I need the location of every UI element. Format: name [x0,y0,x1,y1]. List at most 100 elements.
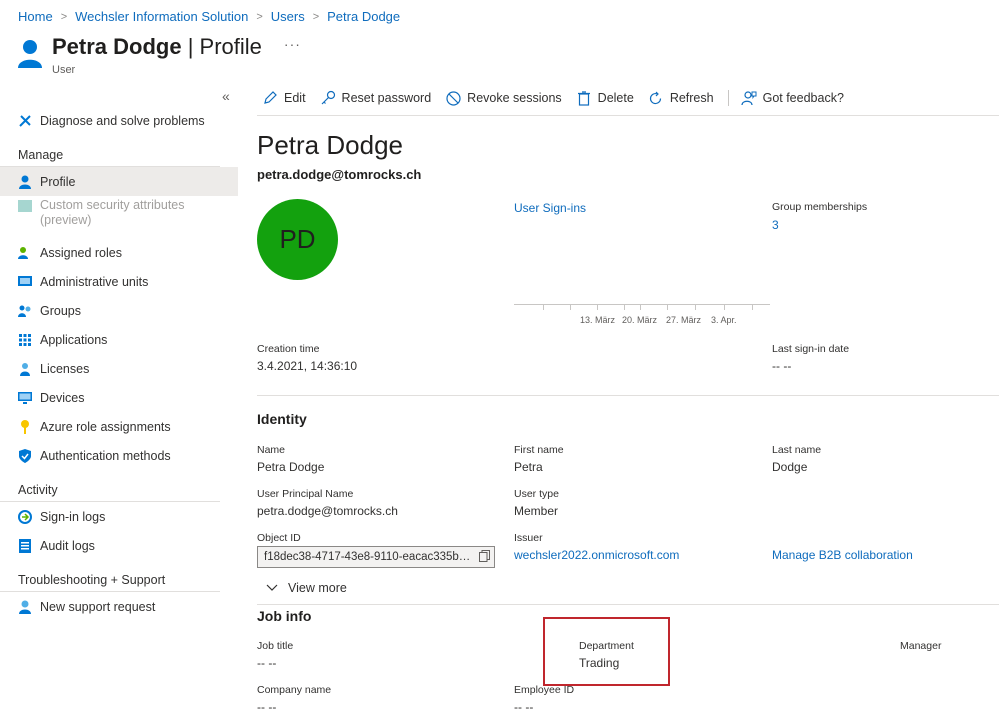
employee-id-value: -- -- [514,700,534,714]
sidebar-item-admin-units[interactable]: Administrative units [0,267,238,296]
creation-time-label: Creation time [257,343,320,355]
chart-tick [597,304,598,310]
key-icon [320,90,336,106]
sidebar-item-new-support[interactable]: New support request [0,592,238,621]
sidebar-item-profile[interactable]: Profile [0,167,238,196]
sidebar-item-groups[interactable]: Groups [0,296,238,325]
page-header: Petra Dodge | Profile User ··· [18,34,301,76]
reset-password-label: Reset password [341,91,432,105]
wrench-icon [18,114,32,128]
sidebar-item-applications[interactable]: Applications [0,325,238,354]
roles-icon [18,246,32,260]
breadcrumb-tenant[interactable]: Wechsler Information Solution [75,9,248,24]
view-more-button[interactable]: View more [266,581,347,595]
section-support: Troubleshooting + Support [0,568,220,592]
user-signins-link[interactable]: User Sign-ins [514,201,586,215]
reset-password-button[interactable]: Reset password [320,90,432,106]
applications-icon [18,333,32,347]
support-icon [18,600,32,614]
sidebar-item-auth-methods[interactable]: Authentication methods [0,441,238,470]
creation-time-value: 3.4.2021, 14:36:10 [257,359,358,373]
feedback-label: Got feedback? [762,91,844,105]
last-name-label: Last name [772,444,822,456]
breadcrumb: Home > Wechsler Information Solution > U… [18,9,400,24]
sidebar-item-assigned-roles[interactable]: Assigned roles [0,238,238,267]
pencil-icon [262,90,278,106]
page-subtitle: User [52,64,76,76]
chart-tick [724,304,725,310]
upn-label: User Principal Name [257,488,354,500]
page-title: Petra Dodge | Profile [52,34,262,59]
refresh-label: Refresh [669,91,714,105]
licenses-icon [18,362,32,376]
job-info-heading: Job info [257,608,312,624]
devices-icon [18,391,32,405]
breadcrumb-home[interactable]: Home [18,9,53,24]
department-highlight-box [543,617,670,686]
sidebar-item-signin-logs[interactable]: Sign-in logs [0,502,238,531]
company-name-label: Company name [257,684,332,696]
refresh-button[interactable]: Refresh [648,90,714,106]
sidebar-item-devices[interactable]: Devices [0,383,238,412]
sidebar-item-label: Diagnose and solve problems [40,113,205,128]
key-icon [18,419,32,434]
object-id-value: f18dec38-4717-43e8-9110-eacac335b… [264,551,471,563]
sidebar-item-label: Profile [40,174,76,189]
sidebar-item-label: Administrative units [40,274,149,289]
sidebar-item-azure-roles[interactable]: Azure role assignments [0,412,238,441]
object-id-field[interactable]: f18dec38-4717-43e8-9110-eacac335b… [257,546,495,568]
breadcrumb-users[interactable]: Users [271,9,305,24]
refresh-icon [648,90,664,106]
chart-tick-label: 20. März [622,315,658,325]
sidebar: Diagnose and solve problems Manage Profi… [0,106,238,621]
sidebar-item-label: Assigned roles [40,245,122,260]
user-type-label: User type [514,488,559,500]
delete-label: Delete [597,91,634,105]
issuer-link[interactable]: wechsler2022.onmicrosoft.com [514,548,679,562]
collapse-sidebar-icon[interactable]: « [222,88,230,104]
chart-tick [570,304,571,310]
chart-tick-label: 3. Apr. [711,315,737,325]
sidebar-item-label: Custom security attributes (preview) [40,198,185,227]
first-name-value: Petra [514,460,543,474]
sidebar-item-label: Azure role assignments [40,419,171,434]
revoke-sessions-button[interactable]: Revoke sessions [445,90,562,106]
trash-icon [576,90,592,106]
chart-tick-label: 13. März [580,315,616,325]
sidebar-item-label: Sign-in logs [40,509,106,524]
sidebar-item-label: Authentication methods [40,448,171,463]
manage-b2b-link[interactable]: Manage B2B collaboration [772,548,913,562]
delete-button[interactable]: Delete [576,90,634,106]
section-manage: Manage [0,143,220,167]
more-options-icon[interactable]: ··· [284,36,301,52]
chevron-right-icon: > [256,10,263,23]
sidebar-item-licenses[interactable]: Licenses [0,354,238,383]
issuer-label: Issuer [514,532,543,544]
group-memberships-count[interactable]: 3 [772,218,779,232]
chevron-right-icon: > [60,10,68,23]
feedback-button[interactable]: Got feedback? [740,90,844,106]
toolbar-divider-line [257,115,999,116]
audit-logs-icon [18,538,32,553]
user-display-name: Petra Dodge [257,130,403,160]
admin-units-icon [18,275,32,289]
name-label: Name [257,444,286,456]
sidebar-item-audit-logs[interactable]: Audit logs [0,531,238,560]
section-activity: Activity [0,478,220,502]
chart-tick [667,304,668,310]
sidebar-item-label: Devices [40,390,85,405]
sidebar-item-diagnose[interactable]: Diagnose and solve problems [0,106,238,135]
section-divider [257,395,999,396]
section-divider [257,604,999,605]
edit-button[interactable]: Edit [262,90,306,106]
breadcrumb-user[interactable]: Petra Dodge [327,9,400,24]
last-name-value: Dodge [772,460,808,474]
first-name-label: First name [514,444,564,456]
name-value: Petra Dodge [257,460,325,474]
group-memberships-label: Group memberships [772,201,868,213]
sidebar-item-custom-security[interactable]: Custom security attributes (preview) [0,196,238,238]
object-id-label: Object ID [257,532,301,544]
copy-icon[interactable] [479,549,490,565]
chart-tick-label: 27. März [666,315,702,325]
sidebar-item-label: Applications [40,332,108,347]
